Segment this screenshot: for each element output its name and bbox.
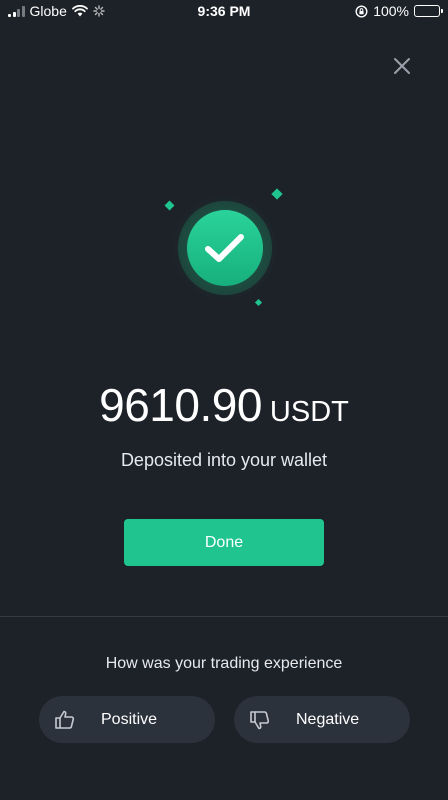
deposit-amount: 9610.90 USDT (0, 378, 448, 432)
positive-feedback-button[interactable]: Positive (39, 696, 215, 743)
divider (0, 616, 448, 617)
thumbs-up-icon (55, 710, 75, 729)
success-check-icon (164, 188, 283, 307)
amount-value: 9610.90 (99, 379, 262, 431)
success-graphic (160, 180, 290, 310)
battery-icon (414, 5, 443, 17)
negative-feedback-button[interactable]: Negative (234, 696, 410, 743)
negative-label: Negative (296, 710, 360, 728)
close-icon (394, 58, 410, 74)
done-button[interactable]: Done (124, 519, 324, 566)
close-button[interactable] (388, 52, 416, 80)
deposit-message: Deposited into your wallet (120, 450, 328, 470)
positive-label: Positive (101, 710, 158, 728)
orientation-lock-icon (355, 4, 368, 18)
thumbs-down-icon (250, 710, 270, 729)
status-right: 100% (355, 3, 443, 19)
feedback-question: How was your trading experience (105, 655, 343, 672)
battery-percent: 100% (373, 3, 409, 19)
status-bar: Globe 9:36 PM 100% (0, 0, 448, 24)
done-button-label: Done (204, 533, 244, 551)
amount-currency: USDT (269, 396, 349, 428)
